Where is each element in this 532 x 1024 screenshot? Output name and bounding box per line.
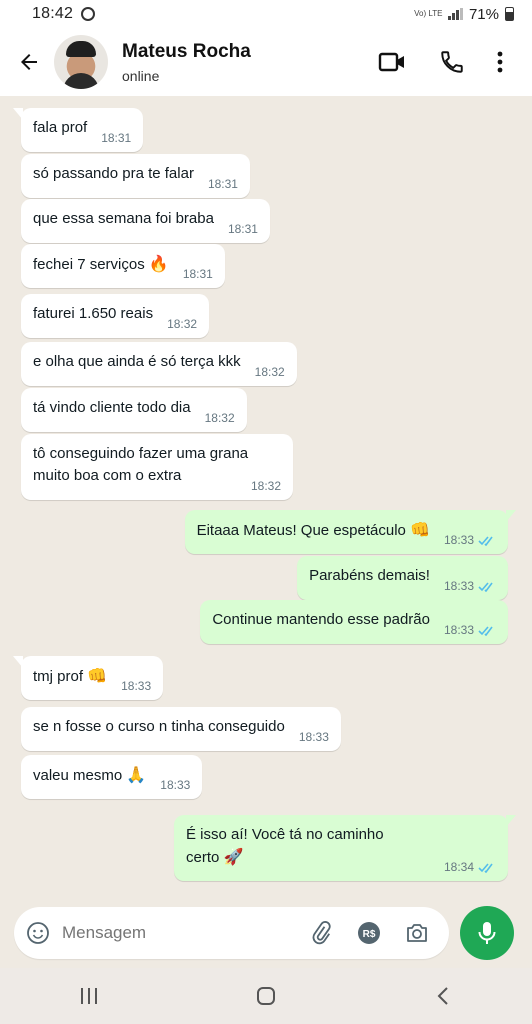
message-text: valeu mesmo [33, 767, 123, 784]
whatsapp-notification-icon [81, 7, 96, 21]
signal-icon [448, 8, 463, 20]
avatar[interactable] [54, 35, 108, 89]
video-camera-icon [378, 52, 404, 72]
double-check-icon [478, 625, 493, 636]
message-text: tá vindo cliente todo dia [33, 399, 191, 416]
message-incoming[interactable]: se n fosse o curso n tinha conseguido 18… [21, 707, 341, 751]
chat-messages[interactable]: fala prof 18:31 só passando pra te falar… [0, 96, 532, 902]
message-time: 18:33 [121, 679, 152, 693]
contact-name: Mateus Rocha [122, 40, 251, 62]
message-text: fechei 7 serviços [33, 256, 145, 273]
microphone-icon [478, 922, 496, 944]
praying-hands-emoji: 🙏 [126, 765, 147, 784]
fist-emoji: 👊 [87, 666, 108, 685]
contact-status: online [122, 67, 160, 84]
attach-button[interactable] [297, 907, 345, 959]
rocket-emoji: 🚀 [223, 847, 244, 866]
battery-icon [505, 7, 514, 21]
message-text: que essa semana foi braba [33, 210, 214, 227]
message-text: tmj prof [33, 668, 84, 685]
recents-button[interactable] [59, 976, 119, 1016]
contact-info[interactable]: Mateus Rocha online [122, 41, 251, 84]
message-time: 18:32 [167, 317, 198, 331]
double-check-icon [478, 862, 493, 873]
more-options-button[interactable] [482, 28, 518, 96]
message-outgoing[interactable]: Eitaaa Mateus! Que espetáculo 👊 18:33 [184, 510, 517, 554]
message-outgoing[interactable]: É isso aí! Você tá no caminho certo 🚀 18… [174, 815, 516, 881]
message-time: 18:33 [160, 778, 191, 792]
message-text: e olha que ainda é só terça kkk [33, 353, 241, 370]
home-icon [256, 987, 275, 1005]
status-time: 18:42 [32, 5, 74, 22]
paperclip-icon [312, 921, 331, 945]
message-outgoing[interactable]: Parabéns demais! 18:33 [297, 556, 508, 600]
message-time: 18:34 [443, 860, 474, 874]
double-check-icon [478, 535, 493, 546]
status-bar: 18:42 Vo) LTE 71% [0, 0, 532, 28]
fire-emoji: 🔥 [148, 254, 169, 273]
message-time: 18:33 [443, 623, 474, 637]
message-incoming[interactable]: e olha que ainda é só terça kkk 18:32 [21, 342, 297, 386]
message-text: Eitaaa Mateus! Que espetáculo [196, 522, 406, 539]
message-time: 18:33 [443, 533, 474, 547]
camera-icon [407, 924, 427, 942]
message-text: só passando pra te falar [33, 165, 194, 182]
chat-header: Mateus Rocha online [0, 28, 532, 96]
back-nav-button[interactable] [413, 976, 473, 1016]
message-outgoing[interactable]: Continue mantendo esse padrão 18:33 [200, 600, 508, 644]
camera-button[interactable] [393, 907, 441, 959]
message-incoming[interactable]: só passando pra te falar 18:31 [21, 154, 250, 198]
double-check-icon [478, 581, 493, 592]
voice-call-button[interactable] [422, 28, 482, 96]
system-navigation-bar [0, 968, 532, 1024]
arrow-left-icon [21, 54, 37, 70]
fist-emoji: 👊 [410, 520, 430, 539]
message-text: faturei 1.650 reais [33, 305, 154, 322]
message-time: 18:31 [207, 177, 238, 191]
voice-message-button[interactable] [460, 906, 514, 960]
battery-percent: 71% [468, 5, 499, 23]
message-time: 18:31 [101, 131, 132, 145]
message-time: 18:32 [254, 365, 285, 379]
emoji-button[interactable] [14, 907, 62, 959]
message-incoming[interactable]: tô conseguindo fazer uma grana muito boa… [21, 434, 293, 500]
currency-icon: R$ [358, 922, 380, 944]
message-text: se n fosse o curso n tinha conseguido [33, 718, 285, 735]
phone-icon [441, 51, 463, 73]
chevron-left-icon [437, 987, 449, 1005]
kebab-menu-icon [497, 51, 503, 73]
message-time: 18:32 [250, 479, 281, 493]
home-button[interactable] [236, 976, 296, 1016]
back-button[interactable] [0, 28, 58, 96]
video-call-button[interactable] [362, 28, 422, 96]
message-text: Continue mantendo esse padrão [212, 611, 430, 628]
message-incoming[interactable]: valeu mesmo 🙏 18:33 [21, 755, 203, 799]
message-text: fala prof [33, 119, 88, 136]
message-time: 18:33 [443, 579, 474, 593]
message-time: 18:33 [298, 730, 329, 744]
message-time: 18:32 [204, 411, 235, 425]
smiley-icon [27, 922, 49, 944]
message-incoming[interactable]: tmj prof 👊 18:33 [12, 656, 164, 700]
message-incoming[interactable]: fechei 7 serviços 🔥 18:31 [21, 244, 225, 288]
network-type: Vo) LTE [414, 9, 443, 18]
message-text: É isso aí! Você tá no caminho certo [186, 826, 384, 866]
message-time: 18:31 [227, 222, 258, 236]
message-composer: R$ [14, 907, 449, 959]
message-incoming[interactable]: fala prof 18:31 [12, 108, 144, 152]
message-incoming[interactable]: tá vindo cliente todo dia 18:32 [21, 388, 247, 432]
message-text: tô conseguindo fazer uma grana muito boa… [33, 445, 249, 484]
message-time: 18:31 [182, 267, 213, 281]
currency-label: R$ [363, 929, 376, 940]
payment-button[interactable]: R$ [345, 907, 393, 959]
message-text: Parabéns demais! [309, 567, 430, 584]
message-input[interactable] [62, 913, 297, 953]
message-incoming[interactable]: faturei 1.650 reais 18:32 [21, 294, 210, 338]
message-incoming[interactable]: que essa semana foi braba 18:31 [21, 199, 270, 243]
recents-icon [80, 988, 97, 1004]
